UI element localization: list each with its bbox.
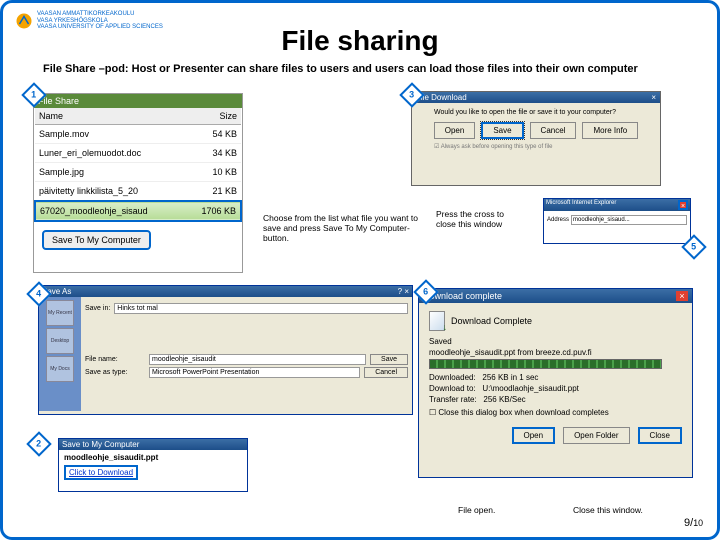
save-to-computer-window: Save to My Computer moodleohje_sisaudit.…: [58, 438, 248, 492]
dl-question: Would you like to open the file or save …: [434, 109, 656, 116]
address-value[interactable]: moodleohje_sisaud...: [571, 215, 687, 225]
sidebar-recent[interactable]: My Recent: [46, 300, 74, 326]
save-to-computer-button[interactable]: Save To My Computer: [42, 230, 151, 250]
close-window-label: Close this window.: [573, 505, 643, 515]
logo-line2: VASA YRKESHÖGSKOLA: [37, 18, 163, 25]
moreinfo-button[interactable]: More Info: [582, 122, 638, 139]
cancel-button[interactable]: Cancel: [364, 367, 408, 378]
annotation-choose: Choose from the list what file you want …: [263, 213, 423, 244]
col-name: Name: [35, 108, 185, 125]
click-to-download-link[interactable]: Click to Download: [64, 465, 138, 480]
lookin-field[interactable]: Hinks tot mal: [114, 303, 408, 314]
progress-bar: [429, 359, 662, 369]
table-row-selected: 67020_moodleohje_sisaud1706 KB: [35, 201, 241, 221]
close-button[interactable]: Close: [638, 427, 682, 444]
ie-window: Microsoft Internet Explorer × Addressmood…: [543, 198, 691, 244]
cancel-button[interactable]: Cancel: [530, 122, 577, 139]
dlc-file: moodleohje_sisaudit.ppt from breeze.cd.p…: [429, 348, 682, 357]
logo-line1: VAASAN AMMATTIKORKEAKOULU: [37, 11, 163, 18]
fileshare-table: NameSize Sample.mov54 KB Luner_eri_olemu…: [34, 108, 242, 222]
close-icon[interactable]: ×: [676, 291, 688, 301]
stmc-filename: moodleohje_sisaudit.ppt: [64, 453, 242, 462]
open-button[interactable]: Open: [512, 427, 556, 444]
dl-checkbox-label: ☑ Always ask before opening this type of…: [434, 143, 656, 150]
close-icon[interactable]: ×: [651, 93, 656, 102]
save-button[interactable]: Save: [370, 354, 408, 365]
address-label: Address: [547, 217, 569, 223]
page-subtitle: File Share –pod: Host or Presenter can s…: [43, 63, 638, 75]
fileshare-pod: File Share NameSize Sample.mov54 KB Lune…: [33, 93, 243, 273]
sidebar-desktop[interactable]: Desktop: [46, 328, 74, 354]
fileshare-title: File Share: [34, 94, 242, 108]
dlc-saved: Saved: [429, 337, 682, 346]
file-open-label: File open.: [458, 505, 495, 515]
type-field[interactable]: Microsoft PowerPoint Presentation: [149, 367, 360, 378]
document-icon: [429, 311, 445, 331]
dlc-checkbox[interactable]: ☐ Close this dialog box when download co…: [429, 408, 682, 417]
close-icon[interactable]: ×: [678, 200, 688, 210]
ie-title: Microsoft Internet Explorer: [546, 200, 616, 210]
open-folder-button[interactable]: Open Folder: [563, 427, 629, 444]
stmc-title: Save to My Computer: [59, 439, 247, 450]
save-button[interactable]: Save: [481, 122, 523, 139]
dlc-done: Download Complete: [451, 316, 532, 326]
download-complete-dialog: Download complete× Download Complete Sav…: [418, 288, 693, 478]
table-row: Sample.jpg10 KB: [35, 163, 241, 182]
table-row: Luner_eri_olemuodot.doc34 KB: [35, 144, 241, 163]
col-size: Size: [185, 108, 241, 125]
sidebar-mydocs[interactable]: My Docs: [46, 356, 74, 382]
close-icon[interactable]: ? ×: [398, 287, 409, 296]
places-sidebar: My Recent Desktop My Docs: [39, 297, 81, 411]
open-button[interactable]: Open: [434, 122, 476, 139]
annotation-cross: Press the cross to close this window: [436, 209, 526, 229]
table-row: päivitetty linkkilista_5_2021 KB: [35, 182, 241, 202]
filename-field[interactable]: moodleohje_sisaudit: [149, 354, 366, 365]
save-as-dialog: Save As? × My Recent Desktop My Docs Sav…: [38, 285, 413, 415]
file-download-dialog: File Download× Would you like to open th…: [411, 91, 661, 186]
table-row: Sample.mov54 KB: [35, 125, 241, 144]
page-number: 9/10: [684, 517, 703, 529]
page-title: File sharing: [3, 25, 717, 57]
callout-2: 2: [26, 431, 51, 456]
